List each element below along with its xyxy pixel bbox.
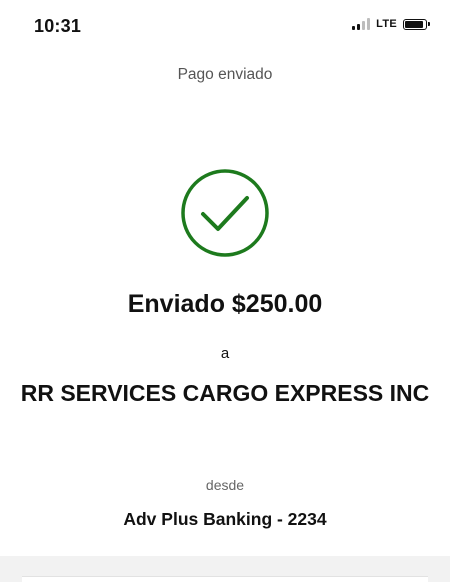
cellular-signal-icon: [352, 18, 371, 30]
page-title: Pago enviado: [177, 66, 273, 83]
from-label: desde: [205, 477, 245, 493]
bottom-panel: [0, 556, 450, 587]
recipient-name: RR SERVICES CARGO EXPRESS INC: [20, 380, 430, 406]
checkmark-circle-icon: [181, 169, 269, 257]
status-bar: 10:31 LTE: [0, 0, 450, 52]
source-account: Adv Plus Banking - 2234: [123, 509, 327, 529]
to-label: a: [220, 345, 230, 362]
sent-amount: Enviado $250.00: [127, 290, 323, 318]
network-type-label: LTE: [376, 18, 397, 30]
status-time: 10:31: [34, 16, 82, 36]
battery-icon: [403, 18, 430, 30]
status-indicators: LTE: [352, 18, 430, 30]
